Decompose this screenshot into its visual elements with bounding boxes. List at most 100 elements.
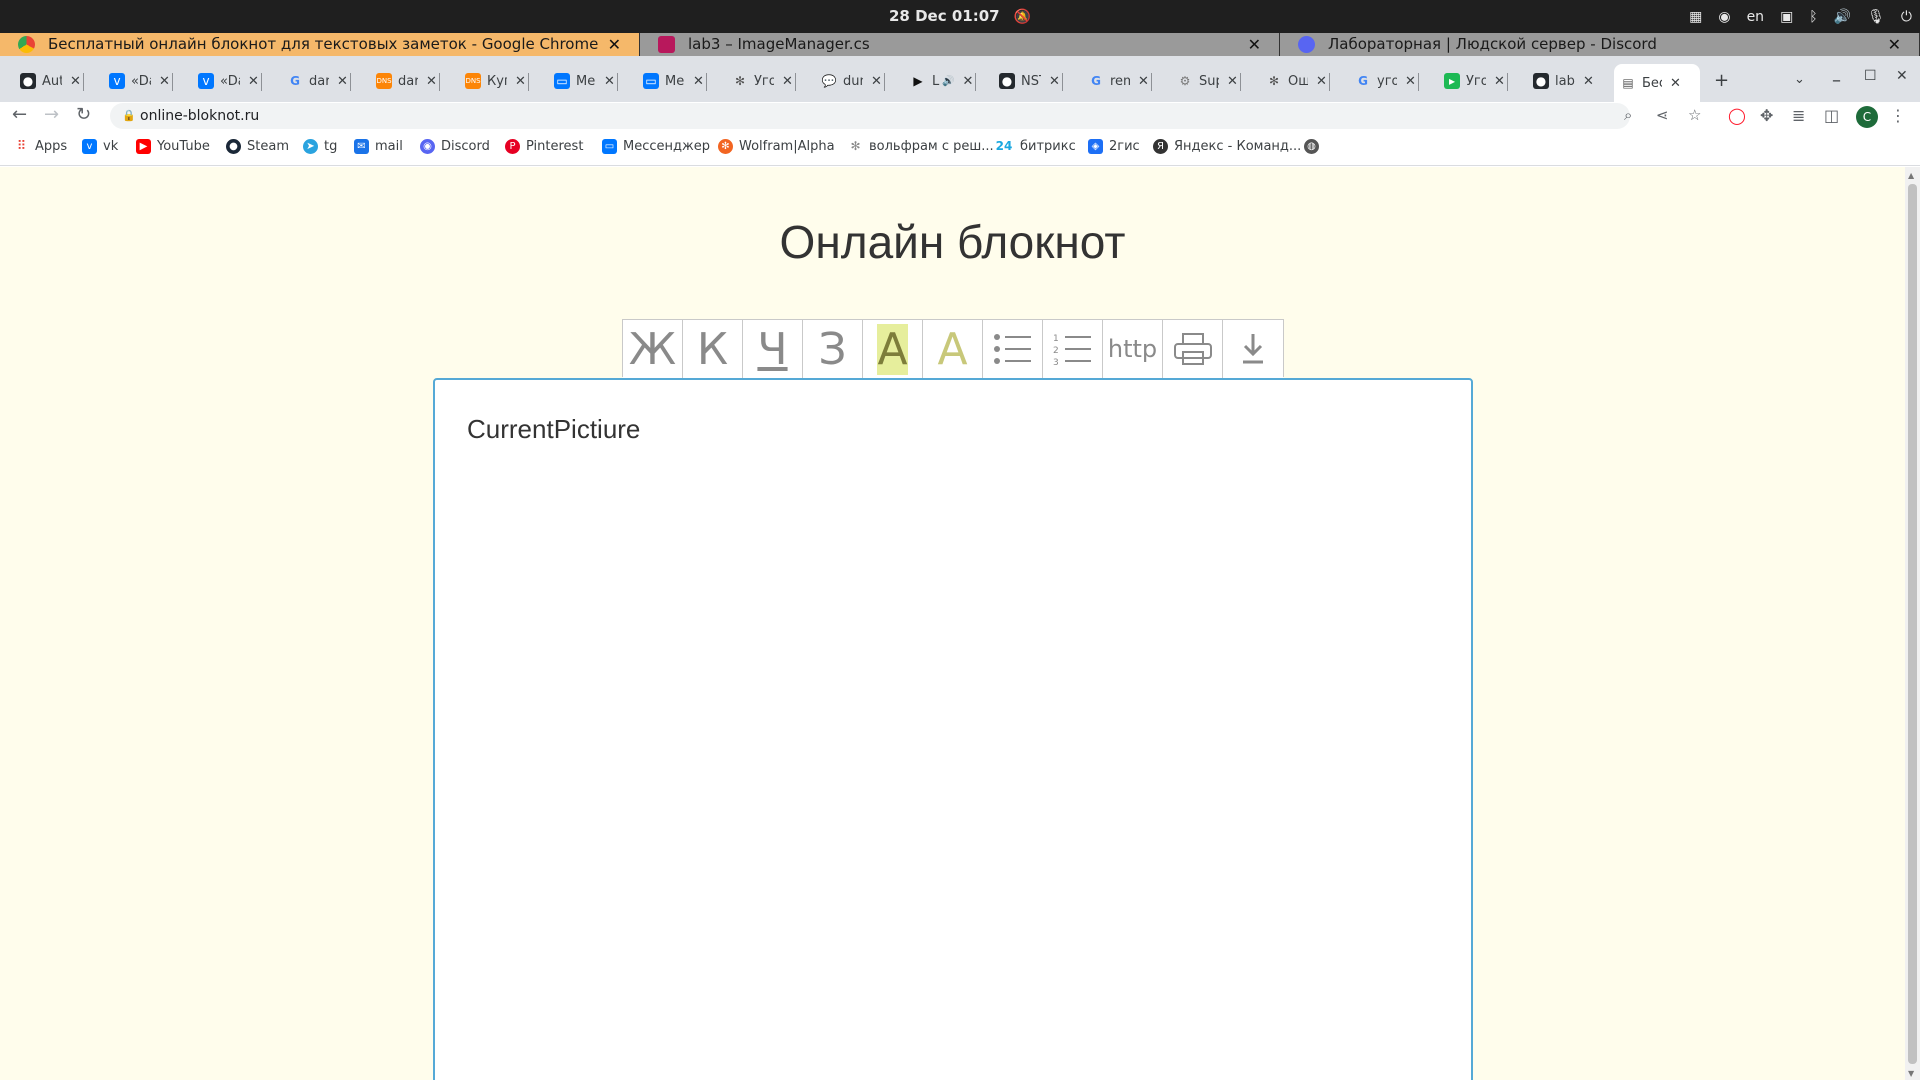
tab-close-icon[interactable]: ✕ (1494, 74, 1505, 89)
print-button[interactable] (1163, 320, 1223, 378)
tab-17[interactable]: ●lab3✕ (1527, 66, 1594, 96)
forward-icon[interactable]: → (44, 104, 59, 125)
tab-13[interactable]: ⚙Sup✕ (1171, 66, 1241, 96)
new-tab-icon[interactable]: + (1714, 70, 1729, 91)
close-icon[interactable]: ✕ (1888, 33, 1901, 56)
power-icon[interactable]: ⏻ (1901, 9, 1912, 25)
tab-5[interactable]: DNSКупи✕ (459, 66, 529, 96)
tab-search-chevron-icon[interactable]: ⌄ (1794, 72, 1805, 87)
side-panel-icon[interactable]: ◫ (1824, 106, 1839, 125)
tab-close-icon[interactable]: ✕ (604, 74, 615, 89)
tab-close-icon[interactable]: ✕ (515, 74, 526, 89)
bookmark-steam[interactable]: ● Steam (226, 139, 289, 154)
address-bar[interactable]: 🔒 online-bloknot.ru (110, 103, 1630, 129)
speaker-icon[interactable]: 🔊 (942, 76, 954, 87)
numbered-list-button[interactable]: 1 2 3 (1043, 320, 1103, 378)
os-clock[interactable]: 28 Dec 01:07 🔕 (0, 0, 1920, 33)
scroll-up-arrow-icon[interactable]: ▲ (1908, 171, 1914, 180)
tab-close-icon[interactable]: ✕ (1316, 74, 1327, 89)
microphone-icon[interactable]: 🎙 (1867, 9, 1885, 25)
tab-18-active[interactable]: ▤Бес✕ (1614, 64, 1700, 102)
tab-close-icon[interactable]: ✕ (962, 74, 973, 89)
editor-area[interactable]: CurrentPictiure (433, 378, 1473, 1080)
tab-3[interactable]: Gdark✕ (281, 66, 351, 96)
tab-15[interactable]: Gугол✕ (1349, 66, 1419, 96)
tab-close-icon[interactable]: ✕ (871, 74, 882, 89)
underline-button[interactable]: Ч (743, 320, 803, 378)
tab-close-icon[interactable]: ✕ (1583, 74, 1594, 89)
discord-tray-icon[interactable]: ◉ (1718, 9, 1730, 25)
bookmark-discord[interactable]: ◉ Discord (420, 139, 490, 154)
opera-extension-icon[interactable]: ◯ (1728, 106, 1746, 125)
bookmark-star-icon[interactable]: ☆ (1688, 106, 1701, 124)
zoom-icon[interactable]: ⌕ (1624, 106, 1632, 124)
bookmark-vk[interactable]: v vk (82, 139, 118, 154)
bookmark-globe[interactable]: ◍ (1304, 139, 1325, 154)
bookmark-messenger[interactable]: ▭ Мессенджер (602, 139, 710, 154)
tab-close-icon[interactable]: ✕ (1049, 74, 1060, 89)
back-icon[interactable]: ← (12, 104, 27, 125)
window-tab-chrome[interactable]: Бесплатный онлайн блокнот для текстовых … (0, 33, 640, 56)
tab-9[interactable]: 💬dun✕ (815, 66, 885, 96)
scroll-down-arrow-icon[interactable]: ▼ (1908, 1069, 1914, 1078)
italic-button[interactable]: К (683, 320, 743, 378)
maximize-icon[interactable]: ☐ (1864, 68, 1877, 84)
tab-close-icon[interactable]: ✕ (693, 74, 704, 89)
window-tab-rider[interactable]: lab3 – ImageManager.cs ✕ (640, 33, 1280, 56)
close-window-icon[interactable]: ✕ (1896, 68, 1908, 84)
extensions-puzzle-icon[interactable]: ✥ (1760, 106, 1773, 125)
tab-4[interactable]: DNSdark✕ (370, 66, 440, 96)
page-scrollbar[interactable]: ▲ ▼ (1905, 167, 1920, 1080)
bookmark-2gis[interactable]: ◈ 2гис (1088, 139, 1140, 154)
bold-button[interactable]: Ж (623, 320, 683, 378)
lang-indicator[interactable]: en (1747, 9, 1765, 25)
bluetooth-icon[interactable]: ᛒ (1809, 9, 1817, 25)
highlight-button[interactable]: А (863, 320, 923, 378)
tab-close-icon[interactable]: ✕ (248, 74, 259, 89)
tab-0[interactable]: ●Auto✕ (14, 66, 84, 96)
bookmark-wolfram[interactable]: ✻ Wolfram|Alpha (718, 139, 835, 154)
tab-16[interactable]: ▸Угол✕ (1438, 66, 1508, 96)
bookmark-bitrix[interactable]: 24 битрикс (994, 139, 1076, 154)
bookmark-pinterest[interactable]: P Pinterest (505, 139, 583, 154)
tab-7[interactable]: ▭Мес✕ (637, 66, 707, 96)
tab-close-icon[interactable]: ✕ (70, 74, 81, 89)
close-icon[interactable]: ✕ (608, 33, 621, 56)
menu-dots-icon[interactable]: ⋮ (1890, 106, 1906, 125)
font-color-button[interactable]: А (923, 320, 983, 378)
tab-14[interactable]: ✻Оши✕ (1260, 66, 1330, 96)
tab-close-icon[interactable]: ✕ (1670, 76, 1681, 91)
tab-8[interactable]: ✻Угол✕ (726, 66, 796, 96)
tab-close-icon[interactable]: ✕ (1405, 74, 1416, 89)
bookmark-wolfram-steps[interactable]: ✻ вольфрам с реш... (848, 139, 993, 154)
bullet-list-button[interactable] (983, 320, 1043, 378)
bookmark-mail[interactable]: ✉ mail (354, 139, 403, 154)
tab-6[interactable]: ▭Мес✕ (548, 66, 618, 96)
tab-close-icon[interactable]: ✕ (782, 74, 793, 89)
calendar-icon[interactable]: ▣ (1780, 9, 1793, 25)
tab-close-icon[interactable]: ✕ (159, 74, 170, 89)
tab-1[interactable]: v«Da✕ (103, 66, 173, 96)
tab-2[interactable]: v«Da✕ (192, 66, 262, 96)
tab-close-icon[interactable]: ✕ (1138, 74, 1149, 89)
strikethrough-button[interactable]: З (803, 320, 863, 378)
grid-icon[interactable]: ▦ (1689, 9, 1702, 25)
bookmark-apps[interactable]: ⠿ Apps (14, 139, 67, 154)
minimize-icon[interactable]: – (1832, 70, 1841, 91)
bookmark-youtube[interactable]: ▶ YouTube (136, 139, 210, 154)
bookmark-yandex[interactable]: Я Яндекс - Команд... (1153, 139, 1301, 154)
profile-avatar[interactable]: C (1856, 106, 1878, 128)
share-icon[interactable]: ⋖ (1656, 106, 1669, 124)
insert-link-button[interactable]: http (1103, 320, 1163, 378)
close-icon[interactable]: ✕ (1248, 33, 1261, 56)
scroll-thumb[interactable] (1908, 184, 1917, 1064)
reload-icon[interactable]: ↻ (76, 104, 91, 125)
tab-close-icon[interactable]: ✕ (1227, 74, 1238, 89)
download-button[interactable] (1223, 320, 1283, 378)
tab-10[interactable]: ▶ L 🔊 ✕ (904, 66, 977, 96)
bookmark-tg[interactable]: ➤ tg (303, 139, 337, 154)
tab-12[interactable]: Grem ✕ (1082, 66, 1152, 96)
volume-icon[interactable]: 🔊 (1834, 9, 1851, 25)
tab-close-icon[interactable]: ✕ (337, 74, 348, 89)
tab-11[interactable]: ●NST✕ (993, 66, 1063, 96)
